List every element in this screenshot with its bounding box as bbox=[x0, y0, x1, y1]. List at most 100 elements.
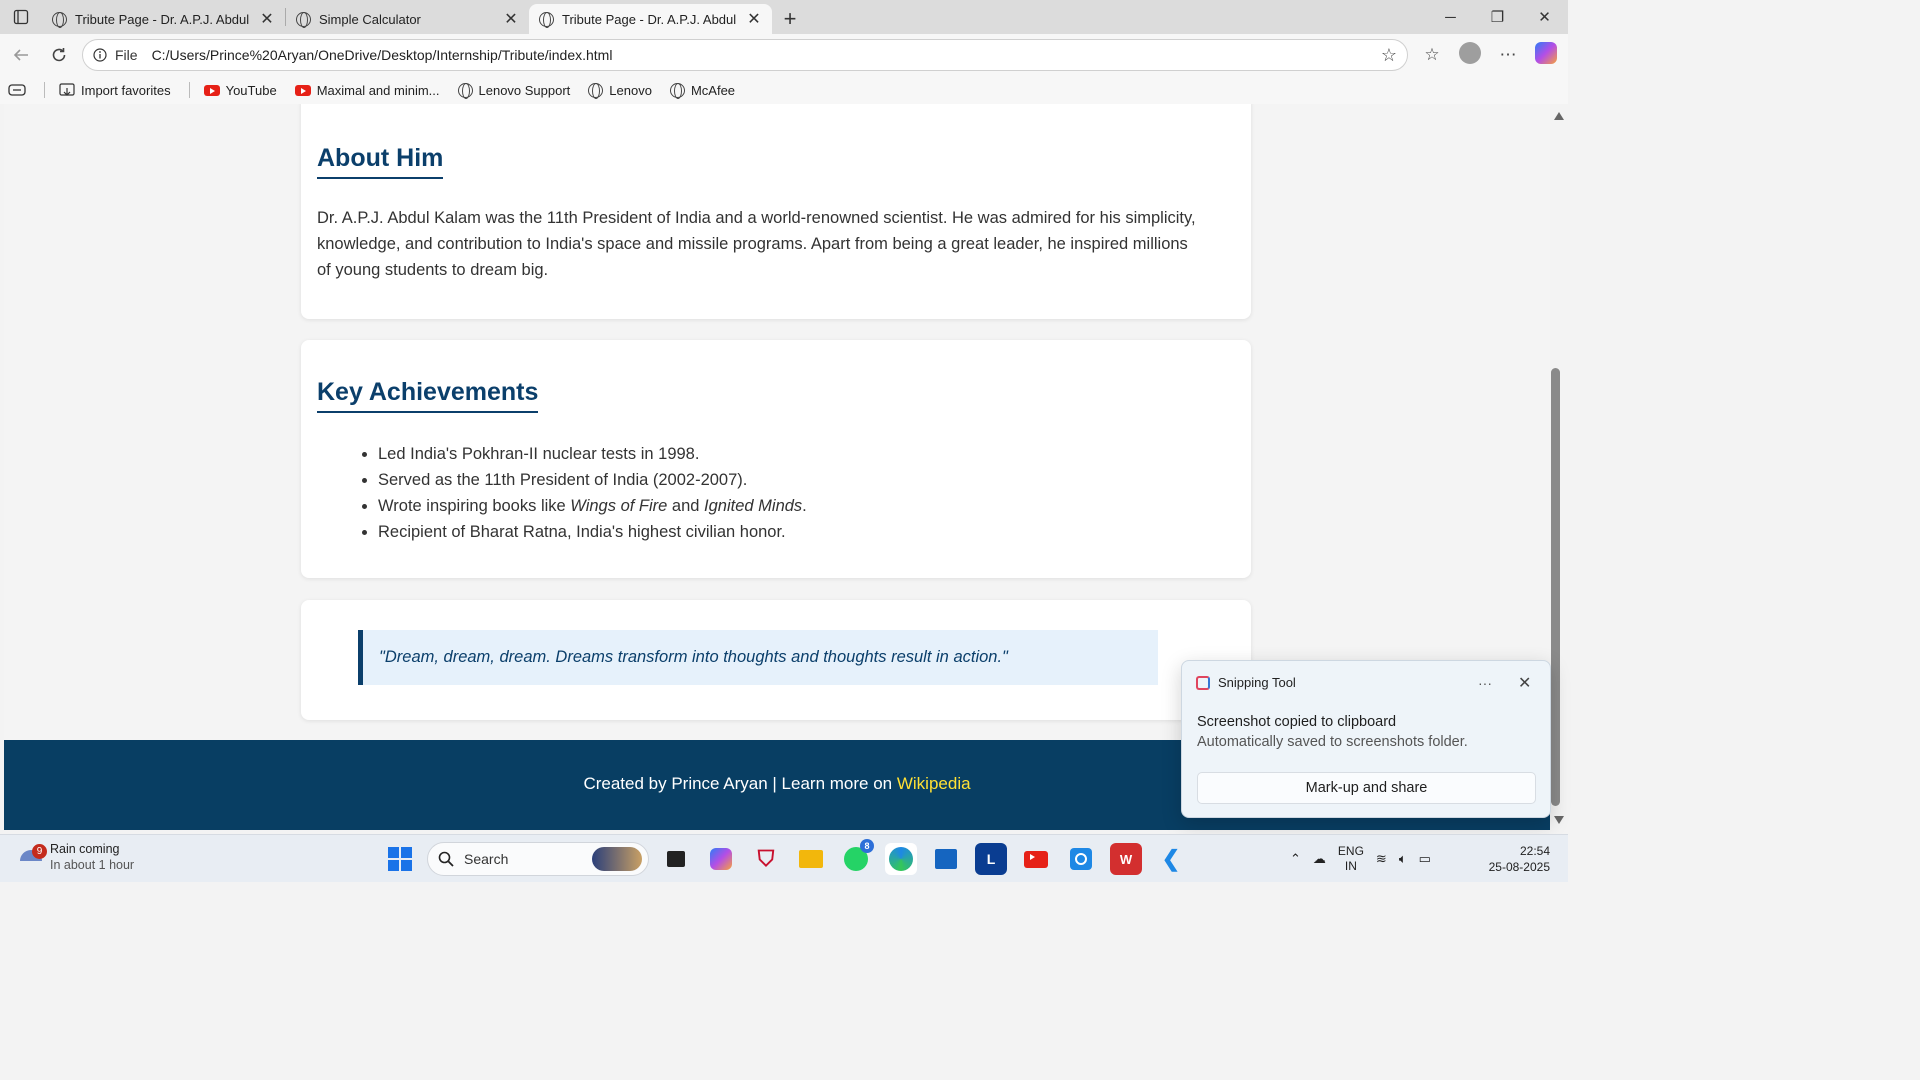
copilot-button[interactable] bbox=[1534, 41, 1558, 69]
bookmark-lenovo-support[interactable]: Lenovo Support bbox=[457, 82, 571, 99]
scroll-up-arrow-icon[interactable] bbox=[1554, 112, 1564, 120]
wikipedia-link[interactable]: Wikipedia bbox=[897, 774, 971, 793]
clock[interactable]: 22:54 25-08-2025 bbox=[1489, 843, 1550, 875]
close-window-button[interactable]: ✕ bbox=[1521, 0, 1568, 34]
snipping-tool-notification[interactable]: Snipping Tool ··· ✕ Screenshot copied to… bbox=[1181, 660, 1551, 818]
file-explorer-icon[interactable] bbox=[795, 843, 827, 875]
back-button[interactable] bbox=[2, 36, 40, 74]
info-icon[interactable] bbox=[93, 48, 107, 62]
list-item: Led India's Pokhran-II nuclear tests in … bbox=[378, 441, 1198, 467]
language-indicator[interactable]: ENG IN bbox=[1338, 844, 1364, 874]
achievements-heading: Key Achievements bbox=[317, 378, 539, 413]
toast-more-button[interactable]: ··· bbox=[1478, 675, 1492, 691]
volume-icon[interactable]: 🔈︎ bbox=[1399, 851, 1407, 867]
taskbar-search[interactable]: Search bbox=[427, 842, 649, 876]
edge-icon[interactable] bbox=[885, 843, 917, 875]
bookmark-youtube[interactable]: YouTube bbox=[203, 82, 277, 98]
reading-mode-button[interactable] bbox=[8, 83, 26, 97]
list-item: Recipient of Bharat Ratna, India's highe… bbox=[378, 519, 1198, 545]
vscode-icon[interactable]: ❮ bbox=[1155, 843, 1187, 875]
clock-time: 22:54 bbox=[1519, 844, 1550, 858]
bookmark-maximal-minimal[interactable]: Maximal and minim... bbox=[294, 83, 440, 98]
scheme-label: File bbox=[115, 47, 138, 63]
youtube-app-icon[interactable] bbox=[1020, 843, 1052, 875]
microsoft-store-icon[interactable] bbox=[930, 843, 962, 875]
close-icon[interactable]: ✕ bbox=[503, 9, 519, 29]
youtube-icon bbox=[203, 84, 220, 96]
bookmark-label: Lenovo Support bbox=[478, 82, 571, 98]
bookmarks-bar: Import favorites YouTube Maximal and min… bbox=[0, 76, 1568, 104]
search-highlight-image bbox=[592, 847, 642, 871]
bookmark-divider bbox=[188, 82, 190, 98]
refresh-button[interactable] bbox=[40, 36, 78, 74]
tab-tribute-active[interactable]: Tribute Page - Dr. A.P.J. Abdul Kal ✕ bbox=[529, 4, 772, 34]
achievements-card: Key Achievements Led India's Pokhran-II … bbox=[301, 340, 1251, 578]
wifi-icon[interactable]: ≋ bbox=[1376, 851, 1387, 867]
bookmark-label: McAfee bbox=[690, 82, 736, 98]
youtube-icon bbox=[294, 84, 311, 96]
lenovo-vantage-icon[interactable]: L bbox=[975, 843, 1007, 875]
markup-and-share-button[interactable]: Mark-up and share bbox=[1197, 772, 1536, 804]
import-icon bbox=[59, 83, 75, 96]
toast-close-icon[interactable]: ✕ bbox=[1518, 673, 1531, 693]
task-view-icon[interactable] bbox=[660, 843, 692, 875]
bookmark-lenovo[interactable]: Lenovo bbox=[588, 82, 652, 99]
weather-widget[interactable]: 9 Rain coming In about 1 hour bbox=[20, 841, 134, 873]
new-tab-button[interactable]: + bbox=[772, 4, 808, 34]
restore-button[interactable]: ❐ bbox=[1474, 0, 1521, 34]
favorites-icon[interactable]: ☆ bbox=[1420, 45, 1444, 65]
globe-icon bbox=[588, 82, 604, 99]
tab-title: Tribute Page - Dr. A.P.J. Abdul Kal bbox=[75, 11, 251, 27]
profile-button[interactable] bbox=[1458, 41, 1482, 69]
about-heading: About Him bbox=[317, 144, 444, 179]
bookmark-divider bbox=[44, 82, 45, 98]
weather-badge: 9 bbox=[32, 844, 47, 859]
address-row: File C:/Users/Prince%20Aryan/OneDrive/De… bbox=[0, 34, 1568, 76]
onedrive-cloud-icon[interactable]: ☁ bbox=[1313, 851, 1326, 867]
wps-office-icon[interactable]: W bbox=[1110, 843, 1142, 875]
bookmark-label: YouTube bbox=[225, 82, 277, 98]
mcafee-icon[interactable]: ⛉ bbox=[750, 843, 782, 875]
search-placeholder: Search bbox=[464, 851, 509, 867]
umbrella-icon: 9 bbox=[20, 844, 47, 868]
cortana-icon[interactable] bbox=[1065, 843, 1097, 875]
toast-app-name: Snipping Tool bbox=[1218, 675, 1296, 690]
whatsapp-icon[interactable]: 8 bbox=[840, 839, 874, 875]
tab-actions-icon bbox=[13, 9, 29, 25]
tab-title: Simple Calculator bbox=[319, 11, 421, 27]
avatar bbox=[1459, 41, 1481, 64]
footer-text: Created by Prince Aryan | Learn more on bbox=[583, 774, 897, 793]
chevron-up-icon[interactable]: ⌃ bbox=[1290, 851, 1301, 867]
list-item: Wrote inspiring books like Wings of Fire… bbox=[378, 493, 1198, 519]
globe-icon bbox=[539, 11, 554, 28]
tab-tribute-1[interactable]: Tribute Page - Dr. A.P.J. Abdul Kal ✕ bbox=[42, 4, 285, 34]
copilot-app-icon[interactable] bbox=[705, 843, 737, 875]
start-button[interactable] bbox=[388, 847, 412, 871]
item-text: and bbox=[667, 497, 705, 515]
minimize-button[interactable]: ─ bbox=[1427, 0, 1474, 34]
achievements-list: Led India's Pokhran-II nuclear tests in … bbox=[317, 441, 1198, 545]
taskbar: 9 Rain coming In about 1 hour Search ⛉ 8… bbox=[0, 834, 1568, 882]
snipping-tool-icon bbox=[1196, 675, 1210, 690]
scroll-thumb[interactable] bbox=[1551, 368, 1560, 806]
bookmark-mcafee[interactable]: McAfee bbox=[669, 82, 736, 99]
tab-actions-button[interactable] bbox=[0, 0, 42, 34]
battery-icon[interactable]: ▭ bbox=[1419, 851, 1431, 867]
address-bar[interactable]: File C:/Users/Prince%20Aryan/OneDrive/De… bbox=[82, 39, 1408, 71]
back-arrow-icon bbox=[13, 49, 28, 61]
tab-calculator[interactable]: Simple Calculator ✕ bbox=[286, 4, 529, 34]
url-text[interactable]: C:/Users/Prince%20Aryan/OneDrive/Desktop… bbox=[152, 47, 613, 63]
favorite-star-icon[interactable]: ☆ bbox=[1381, 45, 1397, 66]
book-title: Ignited Minds bbox=[704, 497, 803, 515]
about-card: About Him Dr. A.P.J. Abdul Kalam was the… bbox=[301, 104, 1251, 319]
taskbar-apps: ⛉ 8 L W ❮ bbox=[660, 839, 1187, 875]
bookmark-import-favorites[interactable]: Import favorites bbox=[59, 83, 171, 98]
scroll-down-arrow-icon[interactable] bbox=[1554, 816, 1564, 824]
close-icon[interactable]: ✕ bbox=[746, 9, 762, 29]
more-menu-icon[interactable]: ⋯ bbox=[1496, 45, 1520, 65]
close-icon[interactable]: ✕ bbox=[259, 9, 275, 29]
vertical-scrollbar[interactable] bbox=[1550, 104, 1568, 830]
windows-logo-icon bbox=[388, 847, 399, 858]
item-text: Wrote inspiring books like bbox=[378, 497, 571, 515]
toolbar-right: ☆ ⋯ bbox=[1420, 39, 1558, 71]
